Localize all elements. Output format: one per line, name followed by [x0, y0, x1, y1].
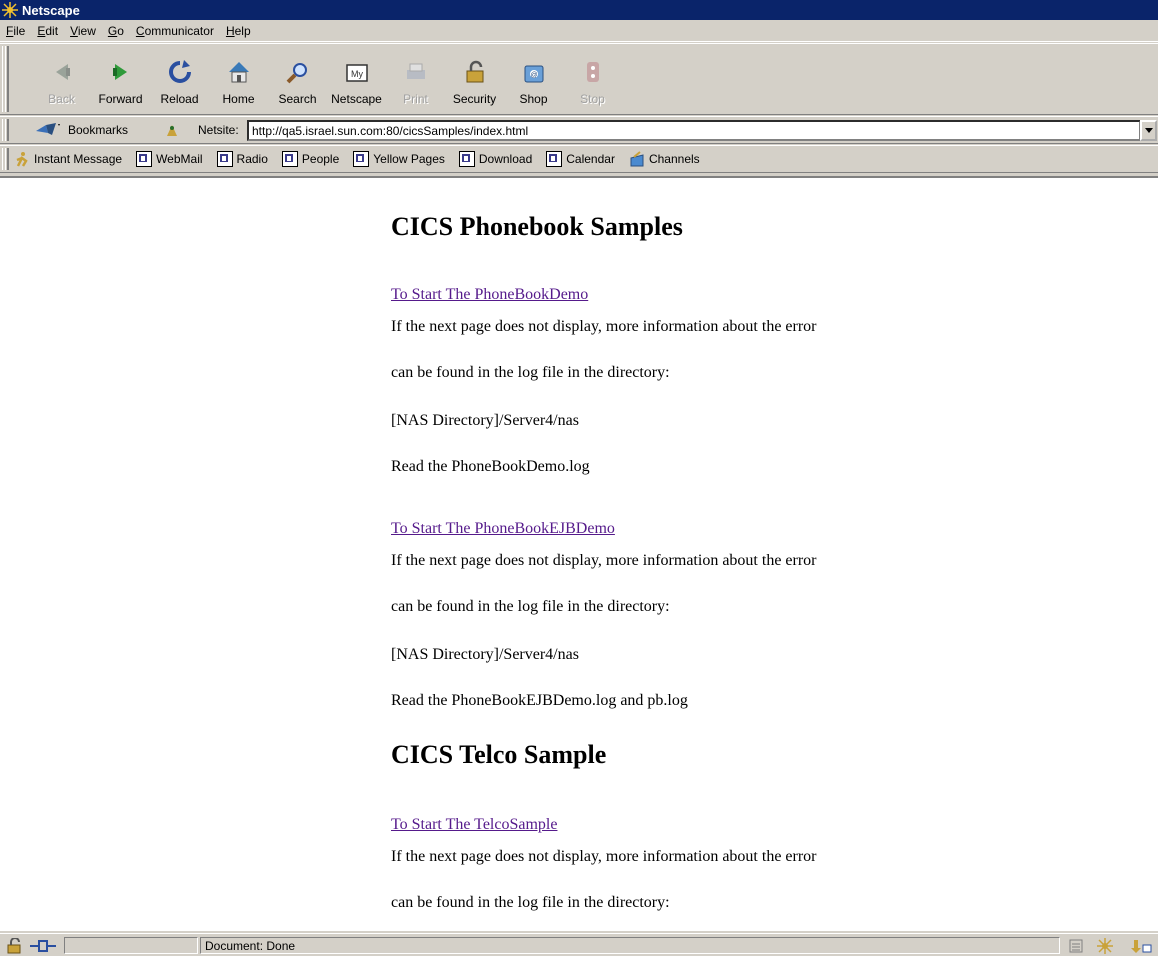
- location-input[interactable]: [247, 120, 1141, 141]
- paragraph: Read the PhoneBookDemo.log: [391, 458, 590, 475]
- print-button[interactable]: Print: [386, 48, 445, 110]
- print-icon: [406, 63, 425, 79]
- page-proxy-icon[interactable]: [164, 122, 180, 138]
- stop-button[interactable]: Stop: [563, 48, 622, 110]
- link-phonebook-demo[interactable]: To Start The PhoneBookDemo: [391, 286, 588, 304]
- my-netscape-icon: My: [345, 64, 368, 82]
- paragraph: [NAS Directory]/Server4/nas: [391, 646, 579, 663]
- title-bar: Netscape: [0, 0, 1158, 20]
- bookmark-page-icon: [136, 151, 153, 167]
- netsite-label: Netsite:: [198, 123, 239, 137]
- personal-item-yellow-pages[interactable]: Yellow Pages: [353, 151, 445, 167]
- menu-help[interactable]: Help: [220, 24, 257, 38]
- personal-item-people[interactable]: People: [281, 151, 339, 167]
- paragraph: If the next page does not display, more …: [391, 318, 817, 335]
- back-icon: [55, 64, 70, 80]
- progress-field: [64, 937, 198, 954]
- paragraph: Read the PhoneBookEJBDemo.log and pb.log: [391, 692, 688, 709]
- paragraph: If the next page does not display, more …: [391, 552, 817, 569]
- stop-icon: [586, 62, 599, 82]
- personal-toolbar: Instant Message WebMail Radio People Yel…: [0, 145, 1158, 173]
- security-lock-icon[interactable]: [6, 938, 24, 954]
- mail-icon[interactable]: [1128, 938, 1152, 954]
- component-bar-icon[interactable]: [1068, 938, 1084, 954]
- reload-icon: [168, 60, 191, 83]
- back-button[interactable]: Back: [32, 48, 91, 110]
- bookmark-page-icon: [546, 151, 563, 167]
- personal-item-download[interactable]: Download: [458, 151, 532, 167]
- paragraph: can be found in the log file in the dire…: [391, 598, 670, 615]
- bookmark-page-icon: [353, 151, 370, 167]
- shop-button[interactable]: @ Shop: [504, 48, 563, 110]
- forward-icon: [112, 64, 127, 80]
- menu-edit[interactable]: Edit: [31, 24, 64, 38]
- forward-button[interactable]: Forward: [91, 48, 150, 110]
- search-button[interactable]: Search: [268, 48, 327, 110]
- my-netscape-button[interactable]: My Netscape: [327, 48, 386, 110]
- channels-icon: [630, 151, 644, 167]
- personal-item-calendar[interactable]: Calendar: [546, 151, 615, 167]
- svg-text:@: @: [530, 72, 537, 79]
- location-dropdown-button[interactable]: [1140, 120, 1157, 141]
- instant-message-icon: [16, 152, 28, 167]
- svg-text:My: My: [351, 69, 363, 79]
- location-toolbar: Bookmarks Netsite:: [0, 116, 1158, 144]
- security-button[interactable]: Security: [445, 48, 504, 110]
- reload-button[interactable]: Reload: [150, 48, 209, 110]
- page-content[interactable]: CICS Phonebook Samples To Start The Phon…: [0, 176, 1158, 931]
- paragraph: [NAS Directory]/Server4/nas: [391, 412, 579, 429]
- bookmark-page-icon: [458, 151, 475, 167]
- bookmark-page-icon: [216, 151, 233, 167]
- personal-item-webmail[interactable]: WebMail: [136, 151, 203, 167]
- link-telco-sample[interactable]: To Start The TelcoSample: [391, 816, 557, 834]
- bookmarks-icon: [36, 123, 60, 135]
- navigation-toolbar: Back Forward Reload Home Search My Netsc…: [0, 43, 1158, 115]
- bookmarks-button[interactable]: Bookmarks: [34, 121, 128, 139]
- menu-go[interactable]: Go: [102, 24, 130, 38]
- menu-view[interactable]: View: [64, 24, 102, 38]
- security-icon: [466, 60, 483, 83]
- paragraph: If the next page does not display, more …: [391, 848, 817, 865]
- menu-communicator[interactable]: Communicator: [130, 24, 220, 38]
- paragraph: can be found in the log file in the dire…: [391, 894, 670, 911]
- menu-bar: File Edit View Go Communicator Help: [0, 20, 1158, 42]
- navigator-icon[interactable]: [1094, 938, 1116, 954]
- home-button[interactable]: Home: [209, 48, 268, 110]
- netscape-logo-icon: [2, 2, 18, 18]
- status-bar: Document: Done: [0, 933, 1158, 956]
- bookmark-page-icon: [281, 151, 298, 167]
- menu-file[interactable]: File: [0, 24, 31, 38]
- personal-item-instant-message[interactable]: Instant Message: [14, 151, 122, 167]
- heading-telco-sample: CICS Telco Sample: [391, 740, 607, 769]
- home-icon: [228, 62, 249, 83]
- chevron-down-icon: [1144, 128, 1153, 133]
- personal-item-radio[interactable]: Radio: [216, 151, 268, 167]
- online-connection-icon[interactable]: [30, 938, 56, 954]
- toolbar-grip[interactable]: [2, 119, 9, 141]
- toolbar-grip[interactable]: [2, 46, 9, 112]
- shop-icon: @: [524, 65, 543, 83]
- personal-item-channels[interactable]: Channels: [629, 151, 700, 167]
- search-icon: [286, 63, 307, 84]
- paragraph: can be found in the log file in the dire…: [391, 364, 670, 381]
- heading-phonebook-samples: CICS Phonebook Samples: [391, 212, 683, 241]
- window-title: Netscape: [22, 2, 80, 18]
- toolbar-grip[interactable]: [2, 148, 9, 170]
- link-phonebook-ejb-demo[interactable]: To Start The PhoneBookEJBDemo: [391, 520, 615, 538]
- status-text: Document: Done: [200, 937, 1060, 954]
